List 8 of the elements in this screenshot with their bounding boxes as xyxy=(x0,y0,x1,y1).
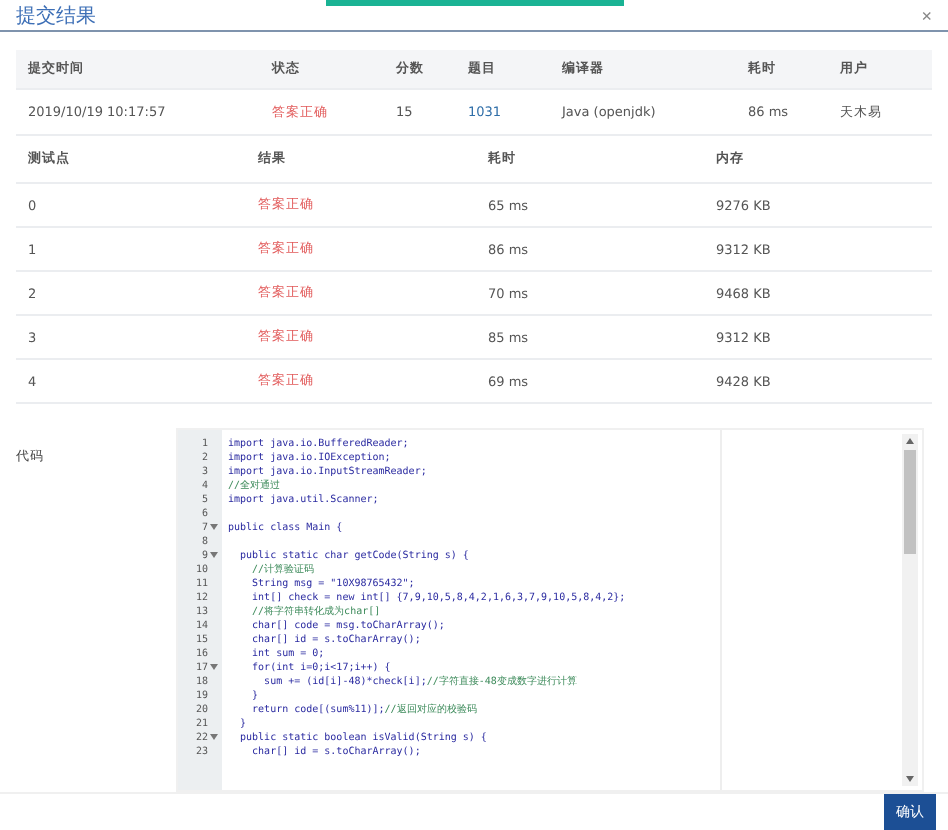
close-button[interactable]: × xyxy=(921,5,932,25)
dialog-title: 提交结果 xyxy=(16,3,96,29)
fold-caret-icon[interactable] xyxy=(210,552,218,558)
fold-caret-icon[interactable] xyxy=(210,664,218,670)
fold-caret-icon[interactable] xyxy=(210,734,218,740)
fold-caret-icon[interactable] xyxy=(210,524,218,530)
scrollbar[interactable] xyxy=(902,434,918,786)
code-editor[interactable] xyxy=(176,428,924,792)
